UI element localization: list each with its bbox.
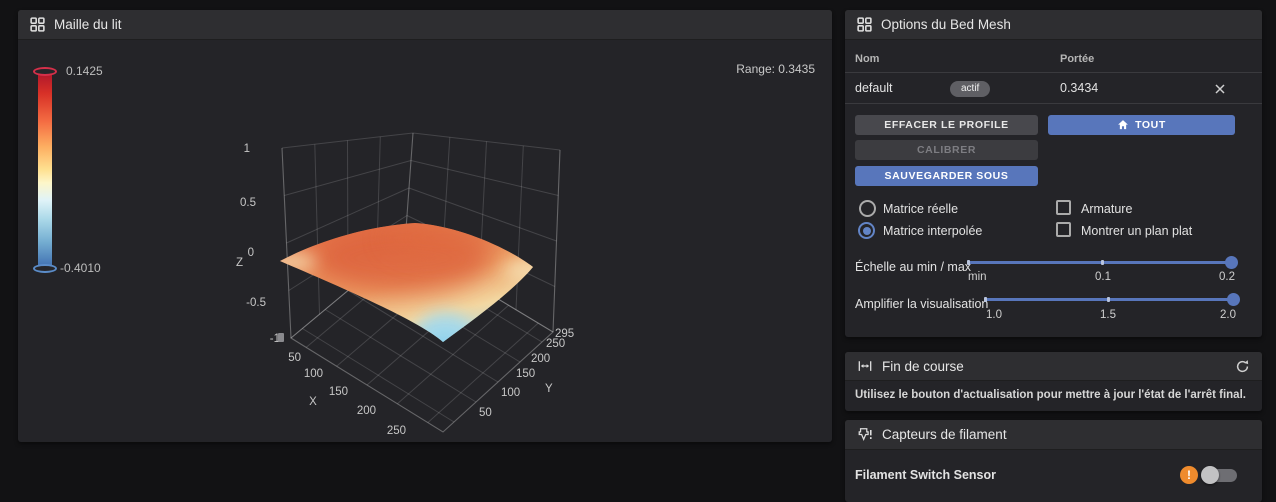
remove-profile-icon[interactable] <box>1213 82 1227 96</box>
svg-text:X: X <box>309 396 317 408</box>
boost-slider-label: Amplifier la visualisation <box>855 297 989 311</box>
calibrate-button[interactable]: CALIBRER <box>855 140 1038 160</box>
scale-slider-tick <box>967 260 970 265</box>
scale-slider-tick <box>1101 260 1104 265</box>
divider <box>845 72 1262 73</box>
options-card-title: Options du Bed Mesh <box>881 17 1011 32</box>
svg-text:1: 1 <box>244 143 250 155</box>
sensor-toggle-knob[interactable] <box>1201 466 1219 484</box>
divider <box>845 103 1262 104</box>
bed-mesh-card-title: Maille du lit <box>54 17 122 32</box>
options-card-header[interactable]: Options du Bed Mesh <box>845 10 1262 40</box>
home-all-button[interactable]: TOUT <box>1048 115 1235 135</box>
active-badge: actif <box>950 81 991 97</box>
y-axis-ticks: 50 100 150 200 250 295 <box>479 328 574 419</box>
endstops-message: Utilisez le bouton d'actualisation pour … <box>855 389 1246 401</box>
filament-card-title: Capteurs de filament <box>882 427 1007 442</box>
svg-text:100: 100 <box>304 368 323 380</box>
radio-real-matrix[interactable] <box>859 200 876 217</box>
scale-max-label: 0.2 <box>1219 271 1235 283</box>
home-all-label: TOUT <box>1135 119 1166 131</box>
svg-text:100: 100 <box>501 387 520 399</box>
filament-sensor-label: Filament Switch Sensor <box>855 468 997 482</box>
svg-text:Y: Y <box>545 383 553 395</box>
scale-slider-thumb[interactable] <box>1225 256 1238 269</box>
endstops-card: Fin de course Utilisez le bouton d'actua… <box>845 352 1262 411</box>
boost-slider-thumb[interactable] <box>1227 293 1240 306</box>
scale-min-label: min <box>968 271 987 283</box>
filament-sensors-card: Capteurs de filament Filament Switch Sen… <box>845 420 1262 502</box>
boost-slider-tick <box>1107 297 1110 302</box>
refresh-icon[interactable] <box>1235 359 1250 374</box>
svg-text:0: 0 <box>248 247 254 259</box>
svg-text:Z: Z <box>236 257 243 269</box>
boost-slider-tick <box>984 297 987 302</box>
bed-mesh-3d-plot[interactable]: 1 0.5 0 -0.5 -1 50 100 150 200 250 50 10… <box>18 40 832 442</box>
scale-slider-label: Échelle au min / max <box>855 260 972 274</box>
bed-mesh-options-card: Options du Bed Mesh Nom Portée default a… <box>845 10 1262 337</box>
filament-sensor-icon <box>858 428 872 442</box>
origin-corner-marker <box>278 333 284 342</box>
checkbox-wireframe-label: Armature <box>1081 202 1133 216</box>
clear-profile-button[interactable]: EFFACER LE PROFILE <box>855 115 1038 135</box>
boost-mid-label: 1.5 <box>1100 309 1116 321</box>
svg-text:50: 50 <box>288 352 301 364</box>
svg-text:200: 200 <box>357 405 376 417</box>
save-as-label: SAUVEGARDER SOUS <box>884 170 1009 182</box>
column-header-name: Nom <box>855 53 880 65</box>
boost-min-label: 1.0 <box>986 309 1002 321</box>
radio-interpolated-matrix-label: Matrice interpolée <box>883 224 983 238</box>
svg-text:0.5: 0.5 <box>240 197 256 209</box>
bed-mesh-card-header[interactable]: Maille du lit <box>18 10 832 40</box>
filament-card-header[interactable]: Capteurs de filament <box>845 420 1262 450</box>
profile-range-value: 0.3434 <box>1060 81 1099 95</box>
clear-profile-label: EFFACER LE PROFILE <box>884 119 1009 131</box>
calibrate-label: CALIBRER <box>916 144 977 156</box>
options-grid-icon <box>857 17 872 32</box>
svg-text:-0.5: -0.5 <box>246 297 266 309</box>
home-icon <box>1118 120 1128 130</box>
svg-text:150: 150 <box>516 368 535 380</box>
save-as-button[interactable]: SAUVEGARDER SOUS <box>855 166 1038 186</box>
svg-text:150: 150 <box>329 386 348 398</box>
svg-text:250: 250 <box>387 425 406 437</box>
radio-real-matrix-label: Matrice réelle <box>883 202 959 216</box>
endstops-card-header[interactable]: Fin de course <box>845 352 1262 381</box>
svg-text:200: 200 <box>531 353 550 365</box>
checkbox-wireframe[interactable] <box>1056 200 1071 215</box>
column-header-range: Portée <box>1060 53 1095 65</box>
checkbox-flat-plane[interactable] <box>1056 222 1071 237</box>
z-axis-ticks: 1 0.5 0 -0.5 -1 <box>240 143 280 345</box>
svg-text:50: 50 <box>479 407 492 419</box>
scale-mid-label: 0.1 <box>1095 271 1111 283</box>
endstop-icon <box>858 361 872 371</box>
endstops-card-title: Fin de course <box>882 358 964 374</box>
bed-mesh-plot-area: Range: 0.3435 0.1425 -0.4010 1 0.5 0 -0.… <box>18 40 832 442</box>
sensor-warning-icon: ! <box>1180 466 1198 484</box>
profile-name: default <box>855 81 893 95</box>
mesh-surface <box>280 223 533 342</box>
checkbox-flat-plane-label: Montrer un plan plat <box>1081 224 1193 238</box>
radio-interpolated-matrix[interactable] <box>858 222 875 239</box>
boost-max-label: 2.0 <box>1220 309 1236 321</box>
x-axis-ticks: 50 100 150 200 250 <box>288 352 406 437</box>
bed-mesh-grid-icon <box>30 17 45 32</box>
bed-mesh-card: Maille du lit Range: 0.3435 0.1425 -0.40… <box>18 10 832 442</box>
svg-text:295: 295 <box>555 328 574 340</box>
